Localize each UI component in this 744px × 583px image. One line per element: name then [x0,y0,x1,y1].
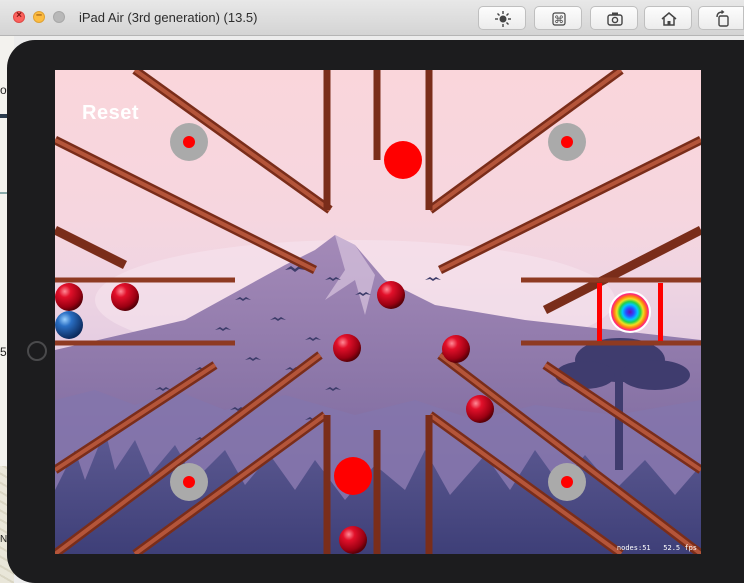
screenshot-camera-icon [607,12,623,26]
red-marble [442,335,470,363]
close-icon: × [16,10,22,21]
brightness-button[interactable] [478,6,526,30]
zoom-window-button[interactable] [53,11,65,23]
node-count: nodes:51 [616,544,651,552]
goal-post [597,283,602,341]
target-bottom-left [170,463,208,501]
minimize-icon: – [35,9,43,21]
red-bumper-bottom [334,457,372,495]
game-scene [55,70,701,554]
target-top-left [170,123,208,161]
red-marble [333,334,361,362]
simulator-titlebar: × – iPad Air (3rd generation) (13.5) ⌘ [0,0,744,36]
svg-text:⌘: ⌘ [554,15,564,26]
minimize-window-button[interactable]: – [33,9,45,23]
red-marble [111,283,139,311]
home-icon [661,12,677,26]
red-marble [377,281,405,309]
plank-highlight [428,70,623,212]
desktop-text: o [0,83,7,97]
plank-highlight [133,70,332,212]
fps-counter: 52.5 fps [663,544,697,552]
red-marble [466,395,494,423]
rainbow-goal-target [609,291,651,333]
command-button[interactable]: ⌘ [534,6,582,30]
rotate-button[interactable] [698,6,744,30]
device-home-button[interactable] [27,341,47,361]
command-icon: ⌘ [552,12,566,26]
blue-marble [55,311,83,339]
rotate-icon [716,10,729,27]
target-top-right [548,123,586,161]
close-window-button[interactable]: × [13,10,25,23]
red-bumper-top [384,141,422,179]
screenshot-button[interactable] [590,6,638,30]
reset-button[interactable]: Reset [82,102,139,125]
red-marble [339,526,367,554]
target-bottom-right [548,463,586,501]
red-marble [55,283,83,311]
goal-post [658,283,663,341]
brightness-icon [495,11,511,27]
window-title: iPad Air (3rd generation) (13.5) [79,10,258,25]
plank [55,225,128,270]
debug-stats: nodes:51 52.5 fps [617,544,697,552]
game-screen[interactable]: Reset nodes:51 52.5 fps [55,70,701,554]
home-button[interactable] [644,6,692,30]
